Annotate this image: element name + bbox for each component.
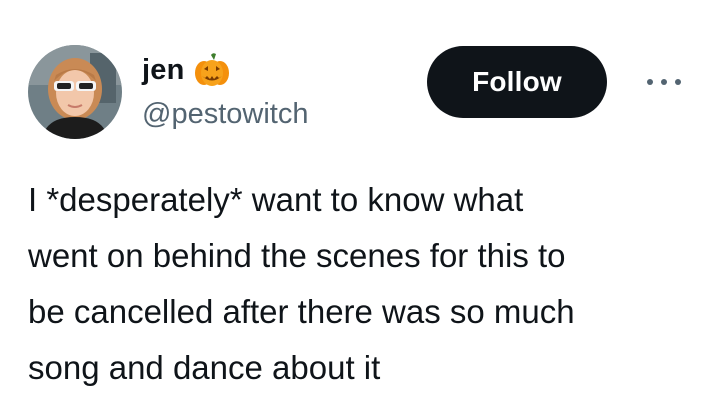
author-name-row: jen xyxy=(142,52,231,88)
more-icon[interactable] xyxy=(647,72,681,92)
tweet-card: jen @pestowitch Follow I *desperately* w… xyxy=(0,0,710,412)
more-dot xyxy=(675,79,681,85)
avatar-image xyxy=(28,45,122,139)
tweet-text: I *desperately* want to know what went o… xyxy=(28,181,575,386)
pumpkin-icon xyxy=(193,52,231,88)
display-name[interactable]: jen xyxy=(142,52,185,88)
more-dot xyxy=(661,79,667,85)
follow-button[interactable]: Follow xyxy=(427,46,607,118)
avatar[interactable] xyxy=(28,45,122,139)
more-dot xyxy=(647,79,653,85)
author-handle[interactable]: @pestowitch xyxy=(142,96,308,132)
